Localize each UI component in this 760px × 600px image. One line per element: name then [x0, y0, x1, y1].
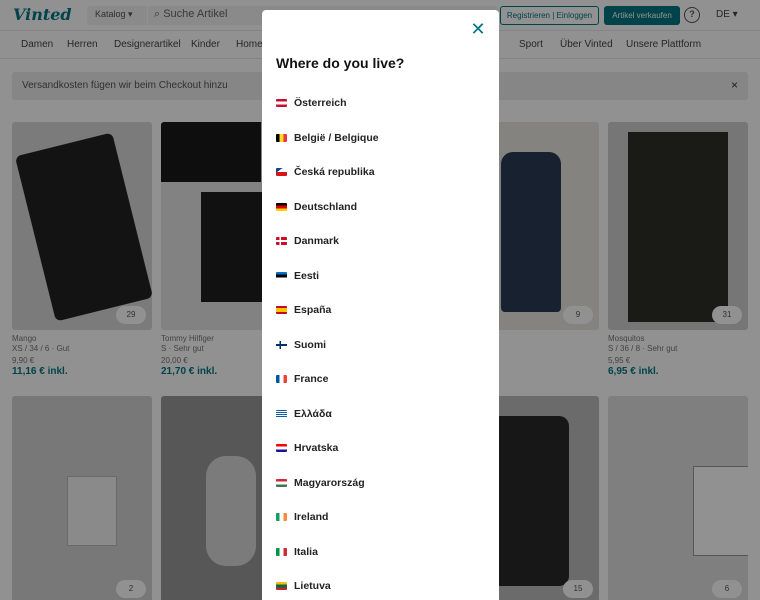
country-option[interactable]: Hrvatska: [276, 431, 486, 466]
flag-icon: [276, 409, 287, 418]
country-name: Magyarország: [294, 476, 365, 489]
country-option[interactable]: Magyarország: [276, 466, 486, 501]
country-name: Lietuva: [294, 580, 331, 593]
country-option[interactable]: Deutschland: [276, 190, 486, 225]
country-option[interactable]: España: [276, 293, 486, 328]
flag-icon: [276, 340, 287, 349]
country-name: Italia: [294, 545, 318, 558]
country-option[interactable]: Italia: [276, 535, 486, 570]
flag-icon: [276, 168, 287, 177]
country-name: Österreich: [294, 97, 347, 110]
country-option[interactable]: Ireland: [276, 500, 486, 535]
flag-icon: [276, 271, 287, 280]
country-option[interactable]: France: [276, 362, 486, 397]
flag-icon: [276, 375, 287, 384]
flag-icon: [276, 99, 287, 108]
country-name: België / Belgique: [294, 131, 379, 144]
country-option[interactable]: Lietuva: [276, 569, 486, 600]
flag-icon: [276, 444, 287, 453]
country-option[interactable]: Suomi: [276, 328, 486, 363]
country-option[interactable]: Danmark: [276, 224, 486, 259]
country-option[interactable]: Österreich: [276, 86, 486, 121]
country-option[interactable]: België / Belgique: [276, 121, 486, 156]
country-name: France: [294, 373, 329, 386]
flag-icon: [276, 202, 287, 211]
flag-icon: [276, 306, 287, 315]
country-name: España: [294, 304, 332, 317]
country-option[interactable]: Česká republika: [276, 155, 486, 190]
country-select-modal: ✕ Where do you live? Österreich België / …: [262, 10, 499, 600]
country-name: Danmark: [294, 235, 339, 248]
country-name: Ελλάδα: [294, 407, 332, 420]
country-option[interactable]: Eesti: [276, 259, 486, 294]
country-name: Deutschland: [294, 200, 358, 213]
country-name: Suomi: [294, 338, 327, 351]
modal-title: Where do you live?: [276, 55, 405, 71]
country-list: Österreich België / Belgique Česká republi…: [276, 86, 486, 600]
country-name: Česká republika: [294, 166, 375, 179]
flag-icon: [276, 582, 287, 591]
flag-icon: [276, 237, 287, 246]
country-option[interactable]: Ελλάδα: [276, 397, 486, 432]
close-icon[interactable]: ✕: [469, 20, 487, 38]
flag-icon: [276, 133, 287, 142]
flag-icon: [276, 513, 287, 522]
country-name: Ireland: [294, 511, 329, 524]
flag-icon: [276, 478, 287, 487]
country-name: Eesti: [294, 269, 320, 282]
country-name: Hrvatska: [294, 442, 339, 455]
flag-icon: [276, 547, 287, 556]
